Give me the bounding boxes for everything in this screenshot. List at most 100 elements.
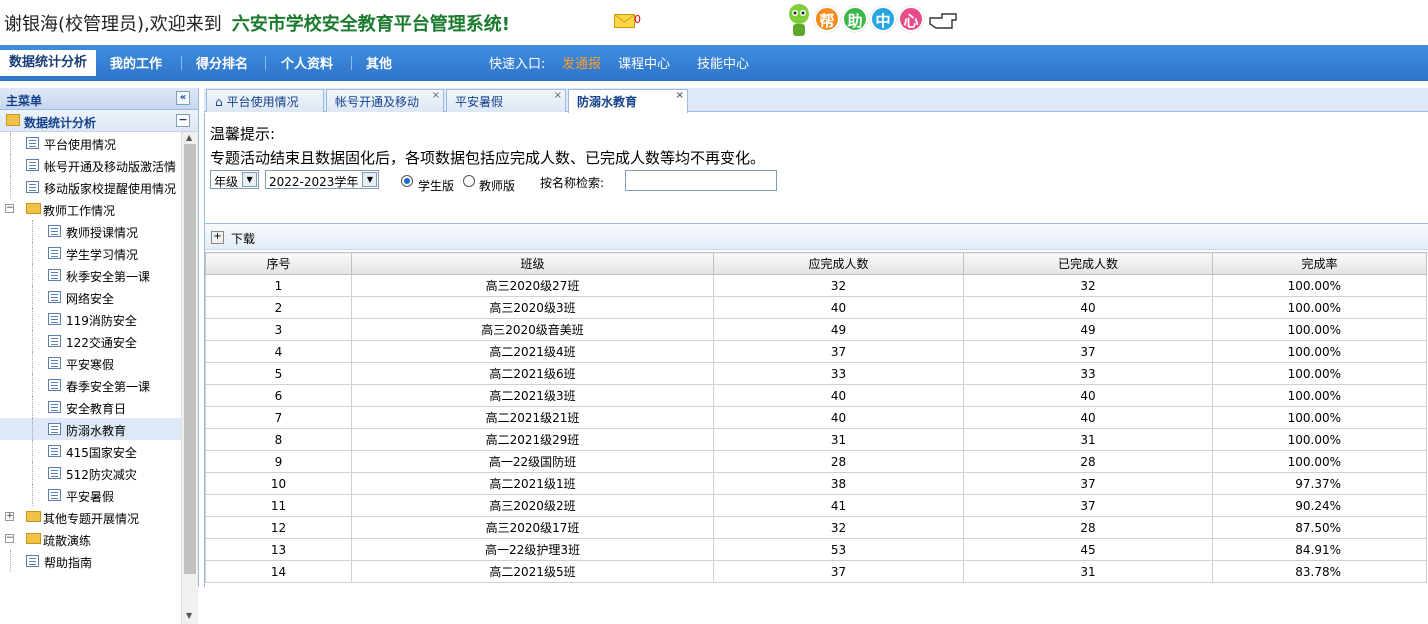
cell-index: 9: [205, 450, 352, 473]
table-row[interactable]: 5 高二2021级6班 33 33 100.00%: [205, 362, 1427, 385]
table-row[interactable]: 7 高二2021级21班 40 40 100.00%: [205, 406, 1427, 429]
cell-rate: 100.00%: [1212, 428, 1427, 451]
teacher-version-label: 教师版: [479, 179, 516, 193]
cell-completed: 37: [963, 472, 1213, 495]
table-row[interactable]: 10 高二2021级1班 38 37 97.37%: [205, 472, 1427, 495]
sidebar-item-drill[interactable]: − 疏散演练: [0, 528, 181, 550]
sidebar-item-winter[interactable]: 平安寒假: [0, 352, 181, 374]
column-header-rate[interactable]: 完成率: [1212, 252, 1427, 275]
scroll-up-icon[interactable]: ▲: [186, 133, 192, 142]
table-row[interactable]: 14 高二2021级5班 37 31 83.78%: [205, 560, 1427, 583]
nav-item-profile[interactable]: 个人资料: [281, 53, 333, 72]
tree-line: [10, 154, 11, 176]
tree-root-stats[interactable]: 数据统计分析 −: [0, 110, 198, 132]
tree-line: [10, 132, 11, 154]
collapse-root-button[interactable]: −: [176, 114, 190, 127]
sidebar-item-teacher-work[interactable]: − 教师工作情况: [0, 198, 181, 220]
mail-icon[interactable]: [614, 14, 636, 28]
page-icon: [48, 467, 61, 479]
table-row[interactable]: 3 高三2020级音美班 49 49 100.00%: [205, 318, 1427, 341]
collapse-toggle-icon[interactable]: −: [5, 204, 14, 213]
sidebar-item-teaching[interactable]: 教师授课情况: [0, 220, 181, 242]
sidebar-item-other-topics[interactable]: + 其他专题开展情况: [0, 506, 181, 528]
quick-link-skills[interactable]: 技能中心: [697, 53, 749, 72]
table-row[interactable]: 1 高三2020级27班 32 32 100.00%: [205, 274, 1427, 297]
scroll-down-icon[interactable]: ▼: [186, 611, 192, 620]
sidebar-item-network[interactable]: 网络安全: [0, 286, 181, 308]
sidebar-item-disaster-512[interactable]: 512防灾减灾: [0, 462, 181, 484]
sidebar-item-drowning[interactable]: 防溺水教育: [0, 418, 181, 440]
close-icon[interactable]: ×: [676, 91, 684, 101]
sidebar-item-summer[interactable]: 平安暑假: [0, 484, 181, 506]
cell-index: 7: [205, 406, 352, 429]
quick-link-courses[interactable]: 课程中心: [618, 53, 670, 72]
search-input[interactable]: [625, 170, 777, 191]
sidebar-item-learning[interactable]: 学生学习情况: [0, 242, 181, 264]
sidebar-item-fire-119[interactable]: 119消防安全: [0, 308, 181, 330]
nav-separator: [265, 56, 266, 70]
student-version-radio[interactable]: [401, 175, 413, 187]
column-header-completed[interactable]: 已完成人数: [963, 252, 1213, 275]
collapse-sidebar-button[interactable]: «: [176, 91, 190, 105]
tab-label: 平安暑假: [455, 95, 504, 109]
column-header-required[interactable]: 应完成人数: [713, 252, 964, 275]
nav-item-stats[interactable]: 数据统计分析: [0, 50, 96, 76]
school-year-select[interactable]: 2022-2023学年 ▼: [265, 170, 380, 189]
table-row[interactable]: 2 高三2020级3班 40 40 100.00%: [205, 296, 1427, 319]
nav-separator: [351, 56, 352, 70]
teacher-version-radio[interactable]: [463, 175, 475, 187]
scrollbar-thumb[interactable]: [184, 144, 196, 574]
column-header-index[interactable]: 序号: [205, 252, 352, 275]
sidebar-scrollbar[interactable]: ▲ ▼: [181, 132, 198, 624]
cell-index: 6: [205, 384, 352, 407]
quick-link-notice[interactable]: 发通报: [562, 53, 601, 72]
tab-drowning[interactable]: 防溺水教育 ×: [568, 89, 688, 113]
table-row[interactable]: 13 高一22级护理3班 53 45 84.91%: [205, 538, 1427, 561]
sidebar-item-label: 其他专题开展情况: [43, 512, 140, 526]
cell-completed: 40: [963, 384, 1213, 407]
help-center-button[interactable]: 帮助中心: [814, 6, 926, 32]
grade-select[interactable]: 年级 ▼: [210, 170, 260, 189]
sidebar-item-label: 防溺水教育: [66, 424, 127, 438]
sidebar-item-spring-first[interactable]: 春季安全第一课: [0, 374, 181, 396]
sidebar-item-platform[interactable]: 平台使用情况: [0, 132, 181, 154]
sidebar-item-mobile[interactable]: 移动版家校提醒使用情况: [0, 176, 181, 198]
nav-item-my-work[interactable]: 我的工作: [110, 53, 162, 72]
nav-item-other[interactable]: 其他: [366, 53, 392, 72]
table-row[interactable]: 6 高二2021级3班 40 40 100.00%: [205, 384, 1427, 407]
tab-account[interactable]: 帐号开通及移动 ×: [326, 89, 444, 112]
tip-text: 专题活动结束且数据固化后，各项数据包括应完成人数、已完成人数等均不再变化。: [210, 149, 766, 167]
tree-line: [32, 330, 33, 352]
download-icon[interactable]: +: [211, 231, 224, 244]
sidebar-item-label: 学生学习情况: [66, 248, 139, 262]
table-row[interactable]: 8 高二2021级29班 31 31 100.00%: [205, 428, 1427, 451]
folder-icon: [26, 511, 41, 522]
expand-toggle-icon[interactable]: +: [5, 512, 14, 521]
cell-rate: 100.00%: [1212, 384, 1427, 407]
tab-summer[interactable]: 平安暑假 ×: [446, 89, 566, 112]
cell-completed: 28: [963, 516, 1213, 539]
nav-item-ranking[interactable]: 得分排名: [196, 53, 248, 72]
help-char: 帮: [814, 6, 840, 32]
sidebar-item-label: 平安寒假: [66, 358, 115, 372]
table-row[interactable]: 9 高一22级国防班 28 28 100.00%: [205, 450, 1427, 473]
sidebar-item-account[interactable]: 帐号开通及移动版激活情: [0, 154, 181, 176]
sidebar-item-safety-day[interactable]: 安全教育日: [0, 396, 181, 418]
sidebar-item-help[interactable]: 帮助指南: [0, 550, 181, 572]
tab-platform[interactable]: ⌂ 平台使用情况: [206, 89, 324, 112]
close-icon[interactable]: ×: [554, 91, 562, 101]
cell-required: 53: [713, 538, 964, 561]
sidebar-item-traffic-122[interactable]: 122交通安全: [0, 330, 181, 352]
sidebar-item-autumn-first[interactable]: 秋季安全第一课: [0, 264, 181, 286]
cell-required: 40: [713, 296, 964, 319]
quick-entry-label: 快速入口:: [489, 57, 546, 72]
table-row[interactable]: 4 高二2021级4班 37 37 100.00%: [205, 340, 1427, 363]
table-row[interactable]: 12 高三2020级17班 32 28 87.50%: [205, 516, 1427, 539]
collapse-toggle-icon[interactable]: −: [5, 534, 14, 543]
cell-required: 28: [713, 450, 964, 473]
close-icon[interactable]: ×: [432, 91, 440, 101]
table-row[interactable]: 11 高三2020级2班 41 37 90.24%: [205, 494, 1427, 517]
download-button[interactable]: 下载: [231, 230, 255, 247]
sidebar-item-security-415[interactable]: 415国家安全: [0, 440, 181, 462]
column-header-class[interactable]: 班级: [351, 252, 714, 275]
